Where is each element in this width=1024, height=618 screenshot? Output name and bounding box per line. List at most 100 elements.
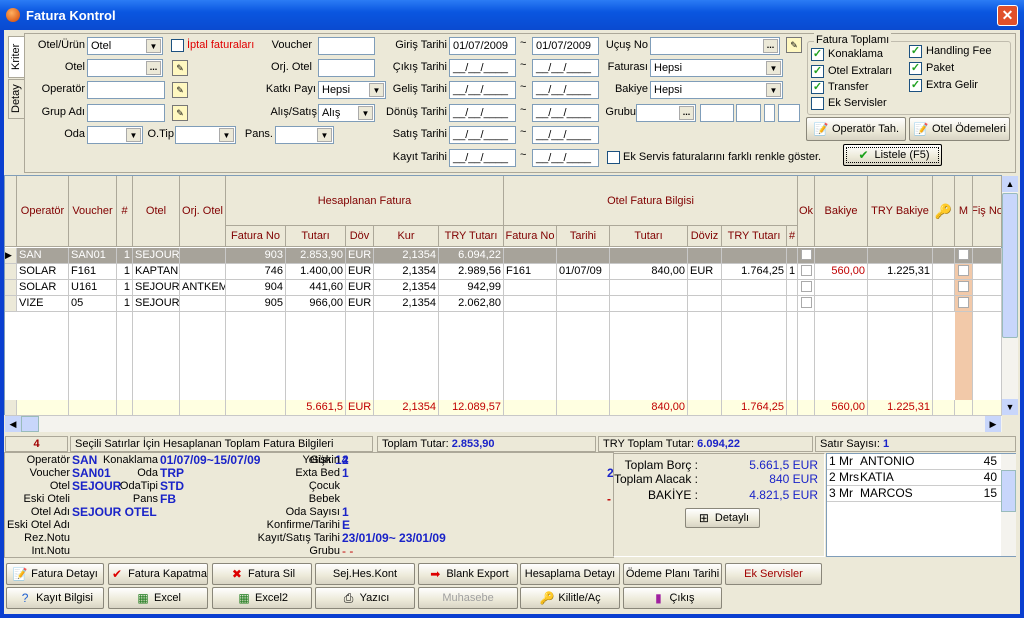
date-to-input[interactable]: __/__/____ <box>532 104 599 122</box>
grid-cell[interactable]: 560,00 <box>815 264 868 280</box>
grid-cell[interactable]: 840,00 <box>610 264 688 280</box>
faturasi-select[interactable]: Hepsi ▼ <box>650 59 783 77</box>
m-checkbox[interactable] <box>958 297 969 308</box>
grid-cell[interactable] <box>688 248 722 264</box>
column-header[interactable]: TRY Bakiye <box>868 176 933 247</box>
grid-cell[interactable]: 01/07/09 <box>557 264 610 280</box>
kay-t-bilgisi-button[interactable]: ? Kayıt Bilgisi <box>6 587 104 609</box>
grid-cell[interactable] <box>815 280 868 296</box>
column-header[interactable]: Tarihi <box>557 226 610 247</box>
grid-cell[interactable]: SEJOUR <box>133 248 180 264</box>
fatura-sil-button[interactable]: ✖ Fatura Sil <box>212 563 312 585</box>
ek-servis-checkbox[interactable] <box>607 151 620 164</box>
operator-input[interactable] <box>87 81 165 99</box>
grid-cell[interactable]: 6.094,22 <box>439 248 504 264</box>
grid-cell[interactable]: 1 <box>117 248 133 264</box>
grid-cell[interactable] <box>722 248 787 264</box>
pax-scroll-thumb[interactable] <box>1001 470 1016 512</box>
date-to-input[interactable]: __/__/____ <box>532 149 599 167</box>
scroll-up-button[interactable]: ▲ <box>1002 176 1018 192</box>
grid-cell[interactable] <box>787 296 798 312</box>
grup-lookup-icon[interactable]: ✎ <box>172 105 188 121</box>
grid-cell[interactable] <box>973 248 1002 264</box>
grid-cell[interactable] <box>180 264 226 280</box>
listele-button[interactable]: ✔ Listele (F5) <box>843 144 942 166</box>
column-header[interactable]: Ok <box>798 176 815 247</box>
column-header[interactable]: Voucher <box>69 176 117 247</box>
grid-cell[interactable] <box>933 248 955 264</box>
iptal-checkbox[interactable] <box>171 39 184 52</box>
grid-cell[interactable]: 2.989,56 <box>439 264 504 280</box>
ok-checkbox[interactable] <box>800 249 812 260</box>
grid-cell[interactable] <box>688 296 722 312</box>
chevron-down-icon[interactable]: ▼ <box>766 61 781 75</box>
fatura-toplami-checkbox[interactable]: ✓ <box>909 79 922 92</box>
pans-select[interactable]: ▼ <box>275 126 334 144</box>
grid-cell[interactable]: 1 <box>787 264 798 280</box>
operator-lookup-icon[interactable]: ✎ <box>172 82 188 98</box>
fatura-toplami-checkbox[interactable]: ✓ <box>811 81 824 94</box>
grid-cell[interactable]: 904 <box>226 280 286 296</box>
grup-adi-input[interactable] <box>87 104 165 122</box>
operator-tah-button[interactable]: 📝 Operatör Tah. <box>806 117 906 141</box>
grid-cell[interactable]: 1 <box>117 296 133 312</box>
date-from-input[interactable]: 01/07/2009 <box>449 37 516 55</box>
grid-cell[interactable]: 905 <box>226 296 286 312</box>
pax-row[interactable]: 3 Mr MARCOS 15 <box>827 486 1001 502</box>
fatura-toplami-checkbox[interactable]: ✓ <box>909 45 922 58</box>
grid-cell[interactable] <box>973 296 1002 312</box>
horizontal-scroll-thumb[interactable] <box>21 416 39 432</box>
grid-cell[interactable]: 942,99 <box>439 280 504 296</box>
grid-cell[interactable]: 746 <box>226 264 286 280</box>
column-header[interactable]: Otel <box>133 176 180 247</box>
grid-cell[interactable] <box>722 280 787 296</box>
grid-cell[interactable] <box>787 248 798 264</box>
grid-cell[interactable] <box>955 296 973 312</box>
yaz-c--button[interactable]: ⎙ Yazıcı <box>315 587 415 609</box>
grid-cell[interactable] <box>787 280 798 296</box>
column-header[interactable]: Tutarı <box>286 226 346 247</box>
grid-cell[interactable] <box>180 296 226 312</box>
grid-cell[interactable]: VIZE <box>17 296 69 312</box>
scroll-down-button[interactable]: ▼ <box>1002 399 1018 415</box>
grid-cell[interactable]: 2,1354 <box>374 264 439 280</box>
chevron-down-icon[interactable]: ▼ <box>146 39 161 53</box>
column-header[interactable]: # <box>117 176 133 247</box>
o-tip-select[interactable]: ▼ <box>175 126 236 144</box>
grid-cell[interactable]: 1.764,25 <box>722 264 787 280</box>
grid-cell[interactable]: 1 <box>117 280 133 296</box>
grid-cell[interactable] <box>798 248 815 264</box>
column-header[interactable]: TRY Tutarı <box>722 226 787 247</box>
grid-cell[interactable]: SEJOUR <box>133 280 180 296</box>
sej-hes-kont-button[interactable]: Sej.Hes.Kont <box>315 563 415 585</box>
chevron-down-icon[interactable]: ▼ <box>369 83 384 97</box>
horizontal-scrollbar[interactable] <box>5 416 1002 432</box>
date-to-input[interactable]: __/__/____ <box>532 126 599 144</box>
grid-cell[interactable]: 441,60 <box>286 280 346 296</box>
grubu-extra-input[interactable] <box>700 104 734 122</box>
column-header[interactable]: # <box>787 226 798 247</box>
grid-cell[interactable]: SOLAR <box>17 280 69 296</box>
date-to-input[interactable]: __/__/____ <box>532 59 599 77</box>
orj-otel-input[interactable] <box>318 59 375 77</box>
column-header[interactable]: M <box>955 176 973 247</box>
grid-cell[interactable] <box>933 280 955 296</box>
ellipsis-button[interactable]: ... <box>679 106 694 120</box>
column-header[interactable]: Fiş No <box>973 176 1002 247</box>
grid-cell[interactable]: 1.225,31 <box>868 264 933 280</box>
grid-cell[interactable]: KAPTAN <box>133 264 180 280</box>
grid-cell[interactable]: EUR <box>688 264 722 280</box>
fatura-kapatma-button[interactable]: ✔ Fatura Kapatma <box>108 563 208 585</box>
grid-cell[interactable] <box>798 296 815 312</box>
grid-cell[interactable] <box>798 280 815 296</box>
detayli-button[interactable]: ⊞ Detaylı <box>685 508 760 528</box>
date-from-input[interactable]: __/__/____ <box>449 59 516 77</box>
scroll-right-button[interactable]: ▶ <box>985 416 1001 432</box>
row-indicator[interactable] <box>5 280 17 296</box>
grid-cell[interactable]: 966,00 <box>286 296 346 312</box>
otel-lookup-icon[interactable]: ✎ <box>172 60 188 76</box>
grid-cell[interactable]: SOLAR <box>17 264 69 280</box>
grid-cell[interactable] <box>504 280 557 296</box>
column-header[interactable]: TRY Tutarı <box>439 226 504 247</box>
grid-cell[interactable]: 2.853,90 <box>286 248 346 264</box>
